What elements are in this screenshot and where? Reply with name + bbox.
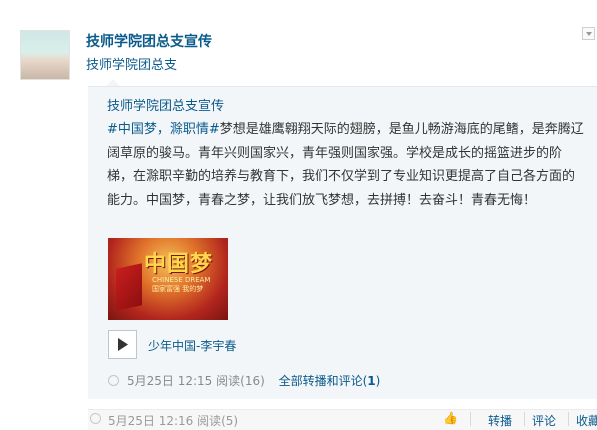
post-author-name[interactable]: 技师学院团总支宣传	[86, 31, 212, 51]
quoted-author-name[interactable]: 技师学院团总支宣传	[107, 95, 224, 114]
post-time-reads[interactable]: 5月25日 12:16 阅读(5)	[108, 412, 238, 429]
divider	[470, 412, 471, 426]
image-subtitle-cn: 国家富强 我的梦	[152, 285, 204, 293]
image-title-text: 中国梦	[144, 251, 214, 277]
divider	[524, 412, 525, 426]
image-subtitle-en: CHINESE DREAM	[152, 276, 211, 284]
clock-icon	[90, 413, 101, 424]
avatar[interactable]	[20, 30, 70, 80]
chevron-down-icon	[586, 32, 592, 36]
comment-button[interactable]: 评论	[532, 412, 556, 429]
hashtag-link[interactable]: #中国梦，滁职情#	[107, 122, 220, 137]
repost-comment-close: )	[375, 374, 381, 388]
music-title-link[interactable]: 少年中国-李宇春	[148, 337, 236, 354]
all-reposts-comments-link[interactable]: 全部转播和评论(1)	[279, 374, 381, 388]
quoted-time[interactable]: 5月25日 12:15	[127, 374, 212, 388]
post-menu-dropdown[interactable]	[582, 27, 595, 40]
play-icon	[118, 338, 128, 351]
repost-button[interactable]: 转播	[488, 412, 512, 429]
quoted-meta-row: 5月25日 12:15 阅读(16) 全部转播和评论(1)	[108, 372, 380, 389]
quote-pointer	[106, 79, 120, 86]
repost-comment-count: 1	[367, 374, 376, 388]
divider	[568, 412, 569, 426]
post-author-subtitle[interactable]: 技师学院团总支	[86, 54, 177, 73]
image-subtitle-text: CHINESE DREAM 国家富强 我的梦	[152, 276, 212, 294]
quoted-post-text: #中国梦，滁职情#梦想是雄鹰翱翔天际的翅膀，是鱼儿畅游海底的尾鳍，是奔腾辽阔草原…	[107, 118, 585, 212]
quoted-reads: 阅读(16)	[216, 374, 265, 388]
flag-graphic	[116, 263, 142, 311]
post-image-thumbnail[interactable]: 中国梦 CHINESE DREAM 国家富强 我的梦	[108, 238, 228, 320]
music-play-button[interactable]	[108, 330, 137, 359]
post-footer-bar: 5月25日 12:16 阅读(5) 👍 转播 评论 收藏	[88, 409, 597, 430]
favorite-button[interactable]: 收藏	[576, 412, 597, 429]
clock-icon	[108, 375, 119, 386]
repost-comment-label: 全部转播和评论(	[278, 374, 368, 388]
